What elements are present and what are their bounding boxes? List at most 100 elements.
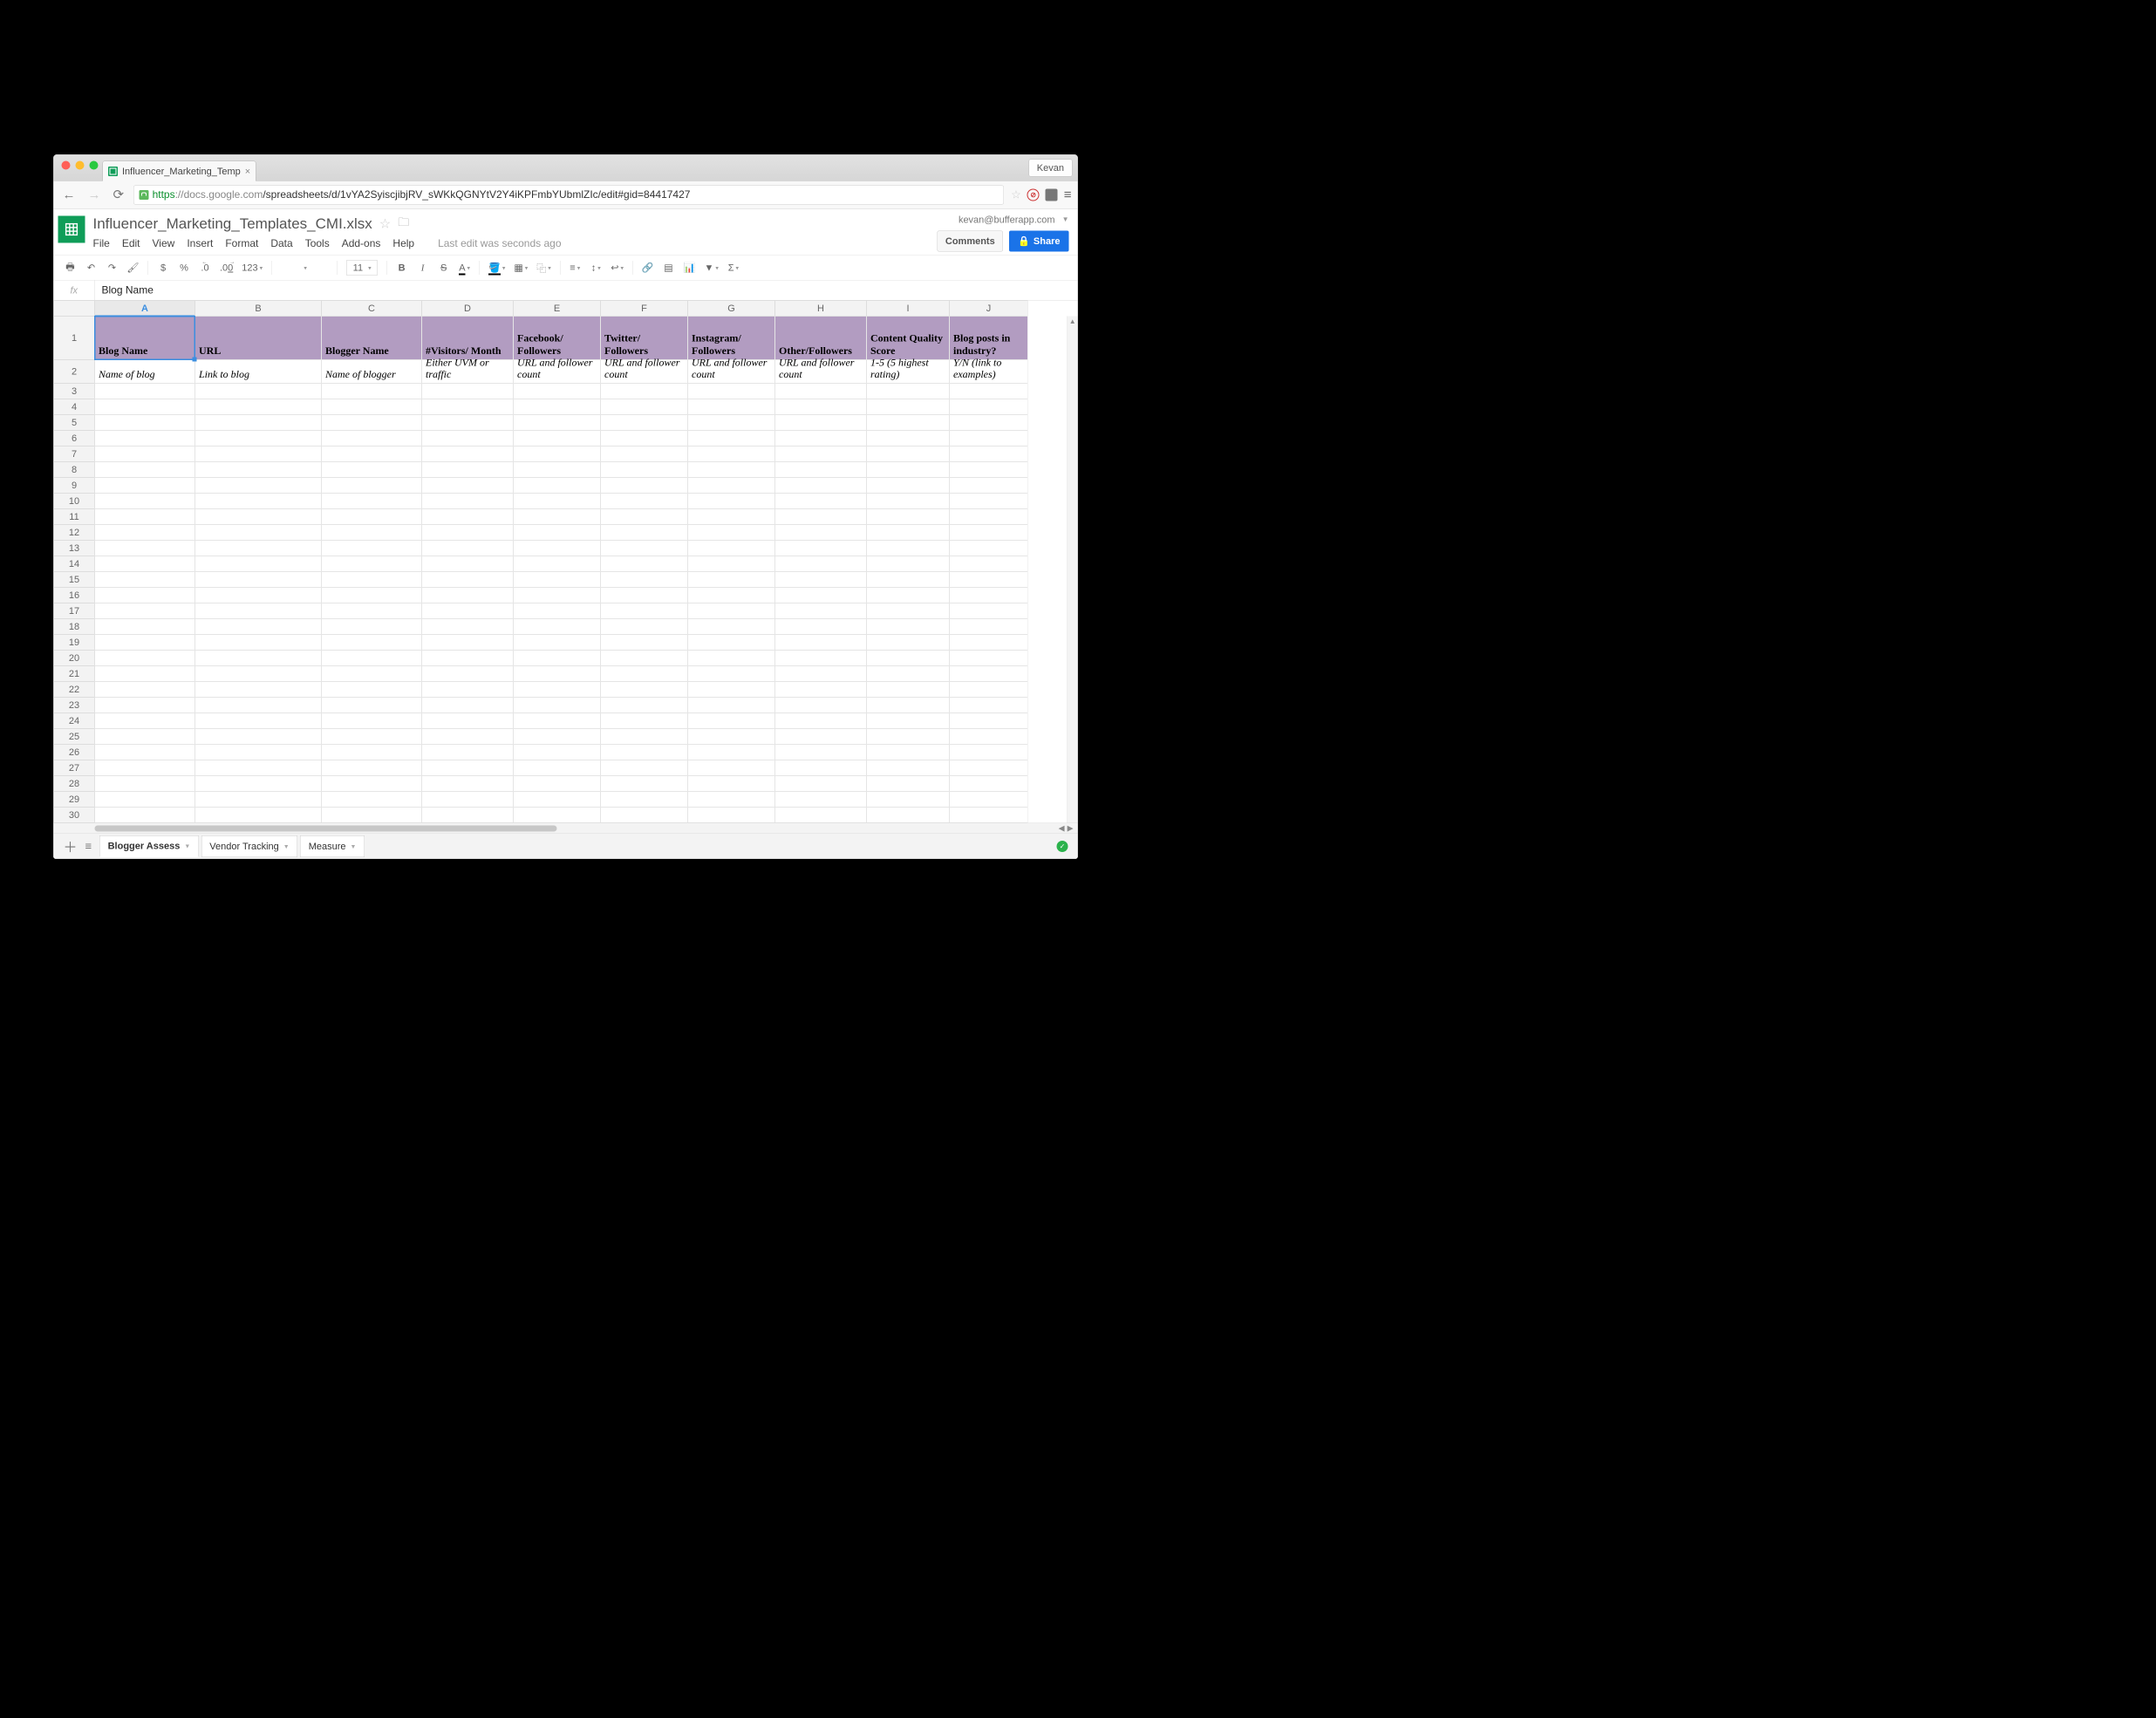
cell[interactable] xyxy=(950,525,1028,541)
desc-cell[interactable]: URL and follower count xyxy=(601,360,688,384)
cell[interactable] xyxy=(867,651,950,666)
cell[interactable] xyxy=(422,666,514,682)
back-icon[interactable]: ← xyxy=(60,185,78,205)
close-window-icon[interactable] xyxy=(62,161,71,170)
cell[interactable] xyxy=(195,666,322,682)
cell[interactable] xyxy=(322,431,422,447)
column-header-E[interactable]: E xyxy=(514,301,601,317)
cell[interactable] xyxy=(95,541,195,556)
cell[interactable] xyxy=(514,776,601,792)
cell[interactable] xyxy=(775,478,867,494)
cell[interactable] xyxy=(601,556,688,572)
cell[interactable] xyxy=(688,556,775,572)
cell[interactable] xyxy=(601,776,688,792)
cell[interactable] xyxy=(950,399,1028,415)
row-header-12[interactable]: 12 xyxy=(54,525,95,541)
cell[interactable] xyxy=(422,808,514,823)
cell[interactable] xyxy=(867,776,950,792)
row-header-2[interactable]: 2 xyxy=(54,360,95,384)
cell[interactable] xyxy=(95,651,195,666)
cell[interactable] xyxy=(195,509,322,525)
cell[interactable] xyxy=(322,494,422,509)
cell[interactable] xyxy=(867,431,950,447)
menu-help[interactable]: Help xyxy=(392,238,414,250)
row-header-18[interactable]: 18 xyxy=(54,619,95,635)
browser-tab[interactable]: Influencer_Marketing_Temp × xyxy=(103,161,256,181)
cell[interactable] xyxy=(688,635,775,651)
text-wrap-icon[interactable]: ↩ xyxy=(611,262,624,274)
cell[interactable] xyxy=(195,713,322,729)
cell[interactable] xyxy=(322,713,422,729)
cell[interactable] xyxy=(322,698,422,713)
cell[interactable] xyxy=(775,399,867,415)
cell[interactable] xyxy=(601,478,688,494)
header-cell[interactable]: Blog Name xyxy=(95,317,195,360)
cell[interactable] xyxy=(867,462,950,478)
row-header-11[interactable]: 11 xyxy=(54,509,95,525)
cell[interactable] xyxy=(95,447,195,462)
cell[interactable] xyxy=(688,792,775,808)
cell[interactable] xyxy=(601,666,688,682)
cell[interactable] xyxy=(195,745,322,760)
cell[interactable] xyxy=(950,666,1028,682)
strikethrough-icon[interactable]: S xyxy=(438,262,450,274)
cell[interactable] xyxy=(422,399,514,415)
cell[interactable] xyxy=(688,603,775,619)
row-header-19[interactable]: 19 xyxy=(54,635,95,651)
cell[interactable] xyxy=(688,494,775,509)
cell[interactable] xyxy=(322,525,422,541)
cell[interactable] xyxy=(867,729,950,745)
cell[interactable] xyxy=(95,384,195,399)
cell[interactable] xyxy=(688,447,775,462)
cell[interactable] xyxy=(950,447,1028,462)
cell[interactable] xyxy=(867,760,950,776)
cell[interactable] xyxy=(688,572,775,588)
scrollbar-thumb[interactable] xyxy=(95,825,557,831)
cell[interactable] xyxy=(195,776,322,792)
cell[interactable] xyxy=(775,729,867,745)
cell[interactable] xyxy=(601,494,688,509)
cell[interactable] xyxy=(601,729,688,745)
row-header-10[interactable]: 10 xyxy=(54,494,95,509)
cell[interactable] xyxy=(688,745,775,760)
cell[interactable] xyxy=(514,698,601,713)
cell[interactable] xyxy=(775,572,867,588)
menu-data[interactable]: Data xyxy=(270,238,292,250)
cell[interactable] xyxy=(775,447,867,462)
cell[interactable] xyxy=(195,760,322,776)
menu-file[interactable]: File xyxy=(93,238,110,250)
cell[interactable] xyxy=(95,588,195,603)
cell[interactable] xyxy=(688,399,775,415)
cell[interactable] xyxy=(601,462,688,478)
cell[interactable] xyxy=(95,509,195,525)
cell[interactable] xyxy=(514,462,601,478)
cell[interactable] xyxy=(950,431,1028,447)
cell[interactable] xyxy=(95,698,195,713)
cell[interactable] xyxy=(95,808,195,823)
cell[interactable] xyxy=(422,729,514,745)
cell[interactable] xyxy=(322,729,422,745)
column-header-G[interactable]: G xyxy=(688,301,775,317)
cell[interactable] xyxy=(514,588,601,603)
cell[interactable] xyxy=(688,431,775,447)
cell[interactable] xyxy=(95,745,195,760)
cell[interactable] xyxy=(195,792,322,808)
account-dropdown-icon[interactable]: ▼ xyxy=(1062,216,1069,224)
cell[interactable] xyxy=(322,635,422,651)
cell[interactable] xyxy=(322,792,422,808)
cell[interactable] xyxy=(775,619,867,635)
cell[interactable] xyxy=(688,619,775,635)
cell[interactable] xyxy=(422,494,514,509)
paint-format-icon[interactable]: 🖌 xyxy=(127,262,140,274)
cell[interactable] xyxy=(514,682,601,698)
cell[interactable] xyxy=(688,541,775,556)
sheet-tab-blogger-assess[interactable]: Blogger Assess▼ xyxy=(99,835,199,857)
cell[interactable] xyxy=(514,509,601,525)
row-header-17[interactable]: 17 xyxy=(54,603,95,619)
row-header-7[interactable]: 7 xyxy=(54,447,95,462)
cell[interactable] xyxy=(95,399,195,415)
cell[interactable] xyxy=(95,792,195,808)
chrome-profile-button[interactable]: Kevan xyxy=(1028,159,1072,176)
cell[interactable] xyxy=(950,572,1028,588)
cell[interactable] xyxy=(775,698,867,713)
